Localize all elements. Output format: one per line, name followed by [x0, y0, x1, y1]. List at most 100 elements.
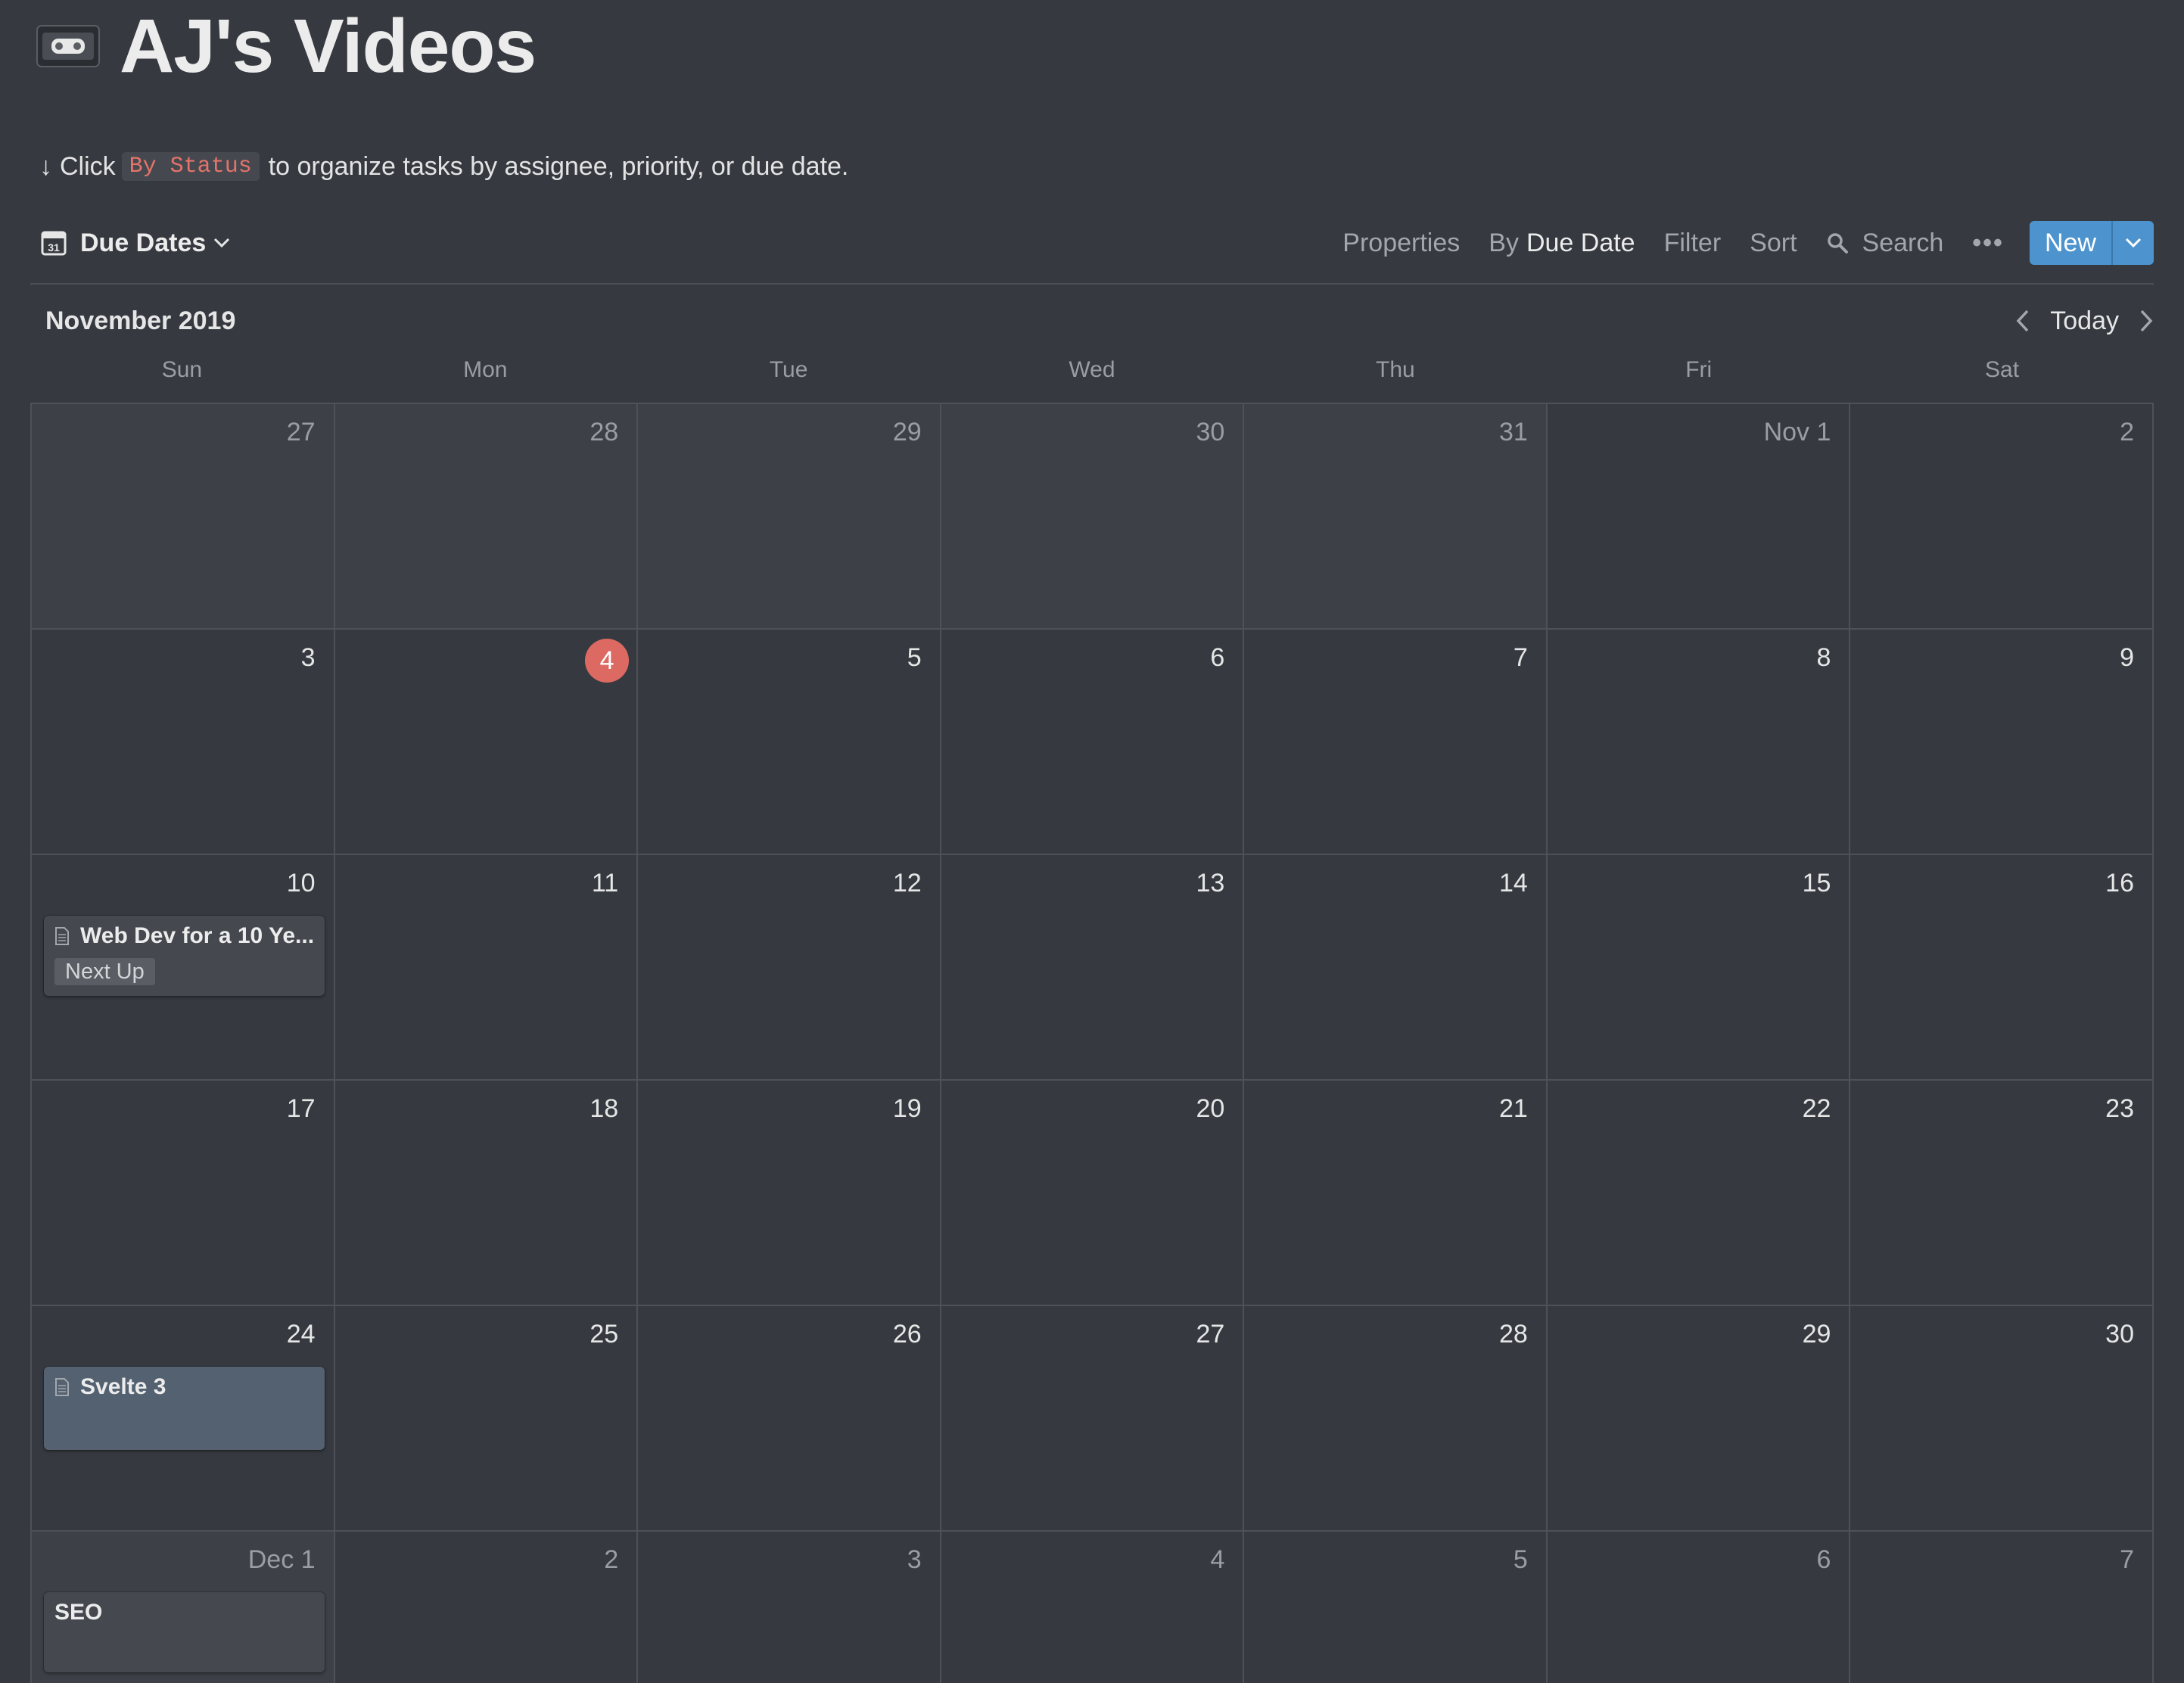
day-cell[interactable]: 29: [638, 404, 941, 630]
day-number: Dec 1: [247, 1545, 316, 1574]
day-cell[interactable]: 29: [1547, 1306, 1851, 1532]
chevron-down-icon: [214, 238, 230, 248]
day-cell[interactable]: 16: [1850, 855, 2154, 1081]
day-cell[interactable]: 4: [941, 1532, 1245, 1683]
weekday-label: Fri: [1685, 357, 1713, 382]
day-cell[interactable]: 8: [1547, 630, 1851, 855]
sort-button[interactable]: Sort: [1750, 229, 1797, 258]
day-number: 27: [286, 418, 316, 446]
day-number: 5: [907, 643, 922, 672]
day-cell[interactable]: 2: [335, 1532, 639, 1683]
day-cell[interactable]: 30: [941, 404, 1245, 630]
weekday-label: Mon: [463, 357, 508, 382]
day-cell[interactable]: 31: [1244, 404, 1548, 630]
day-cell[interactable]: 6: [1548, 1532, 1851, 1683]
today-button[interactable]: Today: [2050, 306, 2119, 336]
vhs-tape-icon[interactable]: [36, 24, 100, 68]
day-cell[interactable]: 14: [1244, 855, 1548, 1081]
day-cell[interactable]: 10 Web Dev for a 10 Ye... Next Up: [32, 855, 335, 1081]
day-cell[interactable]: 28: [334, 404, 639, 630]
weekday-label: Sun: [161, 357, 203, 382]
day-cell[interactable]: 7: [1850, 1532, 2154, 1683]
day-cell[interactable]: 23: [1850, 1081, 2154, 1306]
group-by-value: Due Date: [1526, 228, 1635, 257]
event-title-row: Web Dev for a 10 Ye...: [54, 923, 314, 949]
day-cell[interactable]: 28: [1244, 1306, 1548, 1532]
day-cell[interactable]: 13: [941, 855, 1245, 1081]
month-header: November 2019 Today: [45, 301, 2154, 341]
day-cell[interactable]: 15: [1547, 855, 1851, 1081]
database-toolbar: 31 Due Dates Properties By Due Date Filt…: [30, 218, 2154, 268]
properties-button[interactable]: Properties: [1342, 229, 1460, 258]
day-cell[interactable]: Nov 1: [1547, 404, 1851, 630]
next-month-button[interactable]: [2139, 309, 2154, 333]
day-cell[interactable]: 9: [1850, 630, 2154, 855]
day-cell[interactable]: 17: [32, 1081, 335, 1306]
calendar-grid: 27 28 29 30 31 Nov 1 2 3 4 5 6 7 8 9 10 …: [30, 403, 2154, 1683]
day-cell[interactable]: 12: [638, 855, 941, 1081]
day-number: 30: [2105, 1320, 2134, 1349]
filter-label: Filter: [1663, 228, 1722, 257]
day-cell[interactable]: 7: [1244, 630, 1548, 855]
day-cell[interactable]: 21: [1244, 1081, 1548, 1306]
day-cell[interactable]: 26: [638, 1306, 941, 1532]
page-title[interactable]: AJ's Videos: [120, 8, 537, 84]
title-row: AJ's Videos: [36, 5, 537, 88]
notion-page: AJ's Videos ↓ Click By Status to organiz…: [0, 0, 2184, 1683]
day-cell[interactable]: 30: [1850, 1306, 2154, 1532]
svg-text:31: 31: [48, 241, 60, 254]
day-cell[interactable]: 22: [1547, 1081, 1851, 1306]
search-button[interactable]: Search: [1826, 229, 1943, 258]
day-cell[interactable]: 19: [638, 1081, 941, 1306]
day-cell[interactable]: 5: [1244, 1532, 1548, 1683]
new-button[interactable]: New: [2029, 221, 2111, 265]
day-cell[interactable]: 27: [32, 404, 335, 630]
group-by-button[interactable]: By Due Date: [1489, 229, 1635, 258]
day-cell[interactable]: 24 Svelte 3: [32, 1306, 335, 1532]
day-number: 11: [591, 869, 619, 897]
day-number: 29: [892, 418, 922, 446]
day-cell[interactable]: 6: [941, 630, 1245, 855]
day-cell[interactable]: 18: [334, 1081, 639, 1306]
day-cell[interactable]: 11: [334, 855, 639, 1081]
day-cell[interactable]: 5: [638, 630, 941, 855]
day-number: 20: [1196, 1094, 1225, 1123]
day-number: 5: [1513, 1545, 1528, 1574]
day-number: 12: [892, 869, 922, 897]
event-card[interactable]: Svelte 3: [44, 1367, 325, 1450]
day-number: 9: [2120, 643, 2134, 672]
day-number: 21: [1499, 1094, 1528, 1123]
event-card[interactable]: SEO: [44, 1592, 325, 1672]
day-number: 17: [286, 1094, 316, 1123]
event-title-row: SEO: [54, 1600, 314, 1625]
day-number: 16: [2105, 869, 2134, 897]
event-title-row: Svelte 3: [54, 1374, 314, 1400]
day-cell[interactable]: 20: [941, 1081, 1245, 1306]
day-cell-today[interactable]: 4: [334, 630, 639, 855]
month-label: November 2019: [45, 306, 236, 335]
new-dropdown-button[interactable]: [2111, 221, 2154, 265]
day-cell[interactable]: 27: [941, 1306, 1245, 1532]
filter-button[interactable]: Filter: [1664, 229, 1722, 258]
group-by-prefix: By: [1489, 228, 1519, 257]
view-switcher[interactable]: 31 Due Dates: [30, 229, 230, 258]
day-number: 10: [286, 869, 316, 897]
day-cell[interactable]: 3: [32, 630, 335, 855]
day-number: 3: [300, 643, 316, 672]
day-number: 26: [892, 1320, 922, 1349]
day-cell[interactable]: 3: [638, 1532, 941, 1683]
day-number: 30: [1196, 418, 1225, 446]
day-cell[interactable]: 25: [334, 1306, 639, 1532]
event-card[interactable]: Web Dev for a 10 Ye... Next Up: [44, 916, 325, 996]
previous-month-button[interactable]: [2015, 309, 2030, 333]
event-title: SEO: [54, 1600, 103, 1625]
properties-label: Properties: [1342, 228, 1461, 257]
arrow-down-icon: ↓: [39, 151, 52, 181]
weekday-label: Wed: [1069, 357, 1115, 382]
day-cell[interactable]: Dec 1 SEO: [32, 1532, 335, 1683]
weekday-label: Tue: [769, 357, 808, 382]
more-options-icon[interactable]: •••: [1972, 229, 2004, 258]
day-number: 13: [1196, 869, 1225, 897]
search-icon: [1827, 233, 1848, 254]
day-cell[interactable]: 2: [1850, 404, 2154, 630]
